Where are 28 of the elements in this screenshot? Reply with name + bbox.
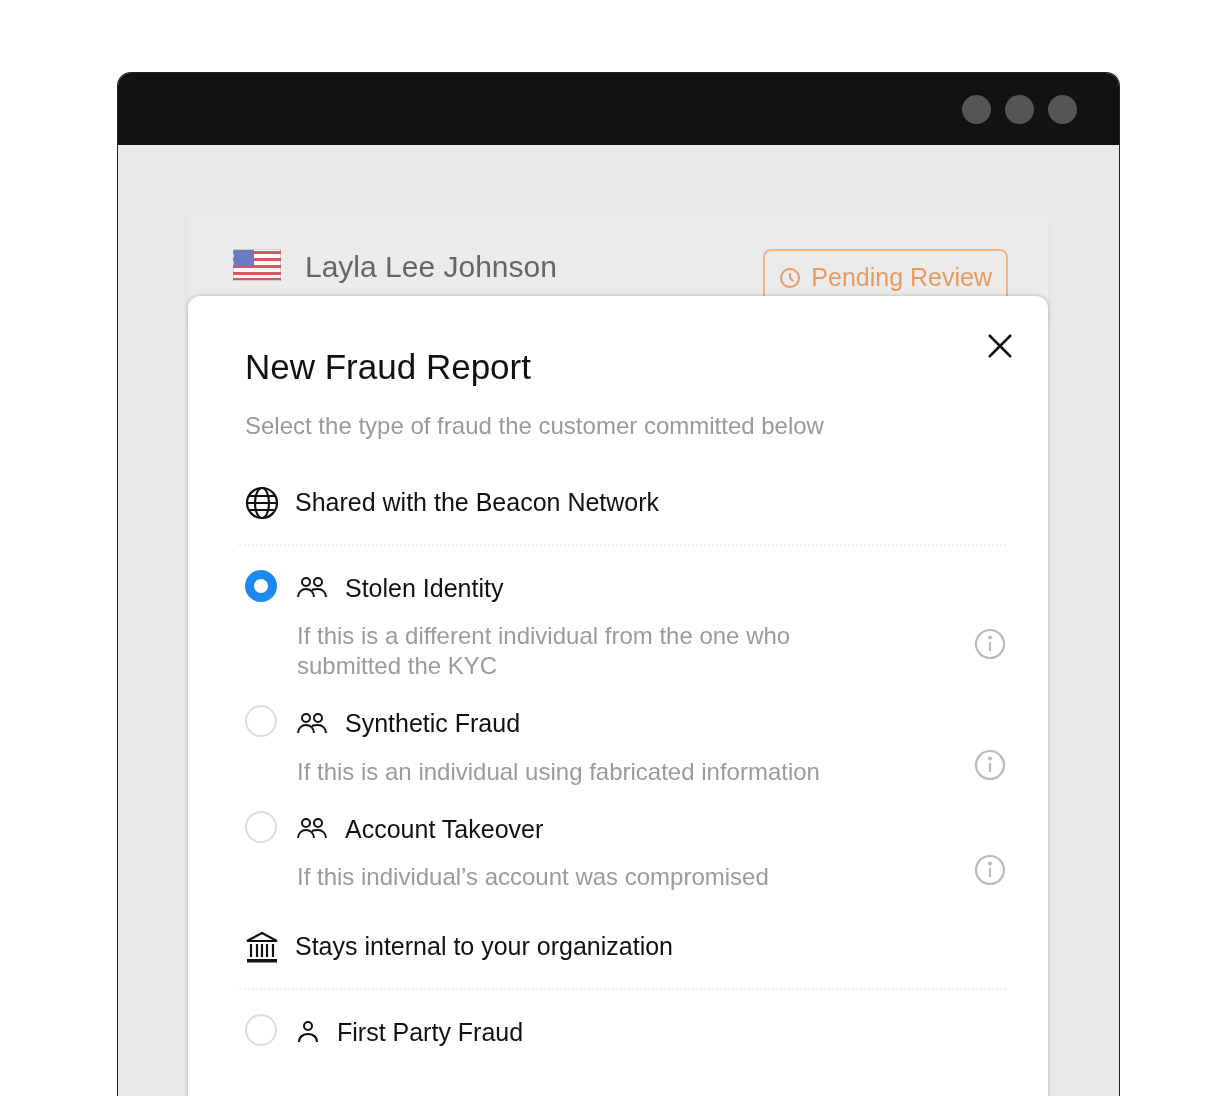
section-heading: Stays internal to your organization bbox=[295, 931, 673, 962]
modal-title: New Fraud Report bbox=[245, 346, 532, 388]
window-control[interactable] bbox=[962, 94, 991, 124]
customer-name: Layla Lee Johnson bbox=[305, 249, 557, 285]
flag-icon bbox=[233, 249, 281, 281]
option-label: Synthetic Fraud bbox=[345, 708, 521, 739]
close-icon bbox=[986, 332, 1014, 360]
section-heading: Shared with the Beacon Network bbox=[295, 487, 660, 518]
bank-icon bbox=[245, 930, 279, 963]
window-control[interactable] bbox=[1005, 94, 1034, 124]
info-icon[interactable] bbox=[974, 748, 1006, 781]
globe-icon bbox=[245, 485, 279, 520]
option-description: If this individual’s account was compromised bbox=[297, 862, 769, 892]
modal-subtitle: Select the type of fraud the customer committed below bbox=[245, 411, 825, 441]
option-description: If this is an individual using fabricated information bbox=[297, 756, 820, 787]
info-icon[interactable] bbox=[974, 628, 1006, 660]
option-label: Account Takeover bbox=[345, 813, 544, 845]
info-icon[interactable] bbox=[974, 854, 1006, 886]
option-label: Stolen Identity bbox=[345, 572, 504, 604]
radio-button[interactable] bbox=[245, 569, 277, 602]
people-icon bbox=[297, 711, 327, 736]
option-label: First Party Fraud bbox=[337, 1016, 524, 1048]
close-button[interactable] bbox=[986, 332, 1014, 360]
window-control[interactable] bbox=[1048, 94, 1077, 124]
option-description: If this is a different individual from the one who submitted the KYC bbox=[297, 621, 792, 681]
status-text: Pending Review bbox=[811, 262, 992, 293]
person-icon bbox=[297, 1020, 319, 1045]
clock-icon bbox=[779, 266, 802, 289]
